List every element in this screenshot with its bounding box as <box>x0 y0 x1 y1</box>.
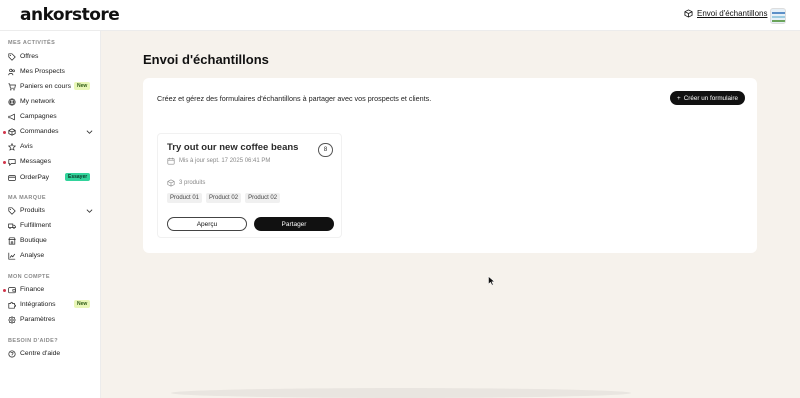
box-icon <box>684 9 693 18</box>
sidebar-item-label: Intégrations <box>20 301 56 308</box>
notification-dot <box>3 161 6 164</box>
chevron-down-icon[interactable] <box>86 129 93 135</box>
chevron-down-icon[interactable] <box>86 208 93 214</box>
top-bar: ankorstore Envoi d'échantillons <box>0 0 800 31</box>
wallet-icon <box>8 286 16 294</box>
panel-description: Créez et gérez des formulaires d'échanti… <box>157 94 432 103</box>
sidebar-section-label: MES ACTIVITÉS <box>8 40 56 46</box>
create-form-label: Créer un formulaire <box>683 94 738 102</box>
truck-icon <box>8 222 16 230</box>
sidebar-section-label: BESOIN D'AIDE? <box>8 338 58 344</box>
sidebar-item-boutique[interactable]: Boutique <box>0 234 100 248</box>
help-icon <box>8 350 16 358</box>
product-chips: Product 01 Product 02 Product 02 <box>167 193 281 203</box>
ankorstore-logo[interactable]: ankorstore <box>20 5 120 25</box>
sidebar-section-label: MON COMPTE <box>8 274 50 280</box>
shop-icon <box>8 237 16 245</box>
sidebar-item-label: Analyse <box>20 252 45 259</box>
chat-icon <box>8 158 16 166</box>
card-count-badge: 8 <box>318 143 333 157</box>
sidebar-item-mes-prospects[interactable]: Mes Prospects <box>0 65 100 79</box>
preview-button[interactable]: Aperçu <box>167 217 247 231</box>
samples-link[interactable]: Envoi d'échantillons <box>684 9 767 18</box>
box-icon <box>167 179 175 187</box>
chart-icon <box>8 252 16 260</box>
card-icon <box>8 174 16 182</box>
samples-link-label: Envoi d'échantillons <box>697 9 768 18</box>
sidebar-item-analyse[interactable]: Analyse <box>0 249 100 263</box>
sidebar-item-fulfillment[interactable]: Fulfillment <box>0 219 100 233</box>
sidebar-badge: New <box>74 300 91 308</box>
main-content: Envoi d'échantillons Créez et gérez des … <box>101 31 800 398</box>
sidebar-item-label: Offres <box>20 53 39 60</box>
sidebar-item-label: OrderPay <box>20 174 50 181</box>
card-title: Try out our new coffee beans <box>167 142 299 153</box>
product-count-text: 3 produits <box>179 180 206 186</box>
sidebar-item-label: Centre d'aide <box>20 350 61 357</box>
sidebar-section-label: MA MARQUE <box>8 195 46 201</box>
globe-icon <box>8 98 16 106</box>
sidebar-item-avis[interactable]: Avis <box>0 140 100 154</box>
gear-icon <box>8 316 16 324</box>
mouse-cursor-icon <box>488 276 496 286</box>
sidebar-item-label: Campagnes <box>20 113 57 120</box>
sidebar-item-label: Messages <box>20 158 51 165</box>
sidebar-item-label: Avis <box>20 143 33 150</box>
sidebar-item-my-network[interactable]: My network <box>0 95 100 109</box>
cart-icon <box>8 83 16 91</box>
sidebar-badge: Essayer <box>65 173 91 181</box>
sidebar-item-label: Mes Prospects <box>20 68 65 75</box>
tag-icon <box>8 53 16 61</box>
sidebar-badge: New <box>74 82 91 90</box>
avatar[interactable] <box>770 8 786 24</box>
sample-form-card[interactable]: Try out our new coffee beans 8 Mis à jou… <box>157 133 342 238</box>
share-button[interactable]: Partager <box>254 217 334 231</box>
product-chip: Product 02 <box>206 193 242 203</box>
bottom-shadow <box>171 388 631 398</box>
sidebar-item-label: Produits <box>20 207 45 214</box>
sidebar-item-label: Paramètres <box>20 316 56 323</box>
card-product-count: 3 produits <box>167 179 205 187</box>
notification-dot <box>3 289 6 292</box>
tag-icon <box>8 207 16 215</box>
sidebar-item-label: My network <box>20 98 55 105</box>
users-icon <box>8 68 16 76</box>
card-updated: Mis à jour sept. 17 2025 06:41 PM <box>167 157 270 165</box>
sidebar-item-paramètres[interactable]: Paramètres <box>0 313 100 327</box>
sidebar-item-offres[interactable]: Offres <box>0 50 100 64</box>
sidebar-item-produits[interactable]: Produits <box>0 204 100 218</box>
samples-panel: Créez et gérez des formulaires d'échanti… <box>143 78 757 253</box>
notification-dot <box>3 131 6 134</box>
sidebar-item-commandes[interactable]: Commandes <box>0 125 100 139</box>
sidebar-item-intégrations[interactable]: Intégrations New <box>0 298 100 312</box>
sidebar-item-orderpay[interactable]: OrderPay Essayer <box>0 171 100 185</box>
product-chip: Product 01 <box>167 193 203 203</box>
sidebar-item-messages[interactable]: Messages <box>0 155 100 169</box>
calendar-icon <box>167 157 175 165</box>
star-icon <box>8 143 16 151</box>
page-title: Envoi d'échantillons <box>143 52 269 67</box>
product-chip: Product 02 <box>245 193 281 203</box>
sidebar-item-finance[interactable]: Finance <box>0 283 100 297</box>
create-form-button[interactable]: + Créer un formulaire <box>670 91 745 105</box>
megaphone-icon <box>8 113 16 121</box>
sidebar-item-label: Finance <box>20 286 45 293</box>
puzzle-icon <box>8 301 16 309</box>
card-updated-text: Mis à jour sept. 17 2025 06:41 PM <box>179 158 271 164</box>
sidebar: MES ACTIVITÉS Offres Mes Prospects Paniers … <box>0 31 101 398</box>
sidebar-item-centre-d-aide[interactable]: Centre d'aide <box>0 347 100 361</box>
sidebar-item-label: Boutique <box>20 237 47 244</box>
sidebar-item-campagnes[interactable]: Campagnes <box>0 110 100 124</box>
sidebar-item-paniers-en-cours[interactable]: Paniers en cours New <box>0 80 100 94</box>
plus-icon: + <box>677 94 681 102</box>
sidebar-item-label: Fulfillment <box>20 222 51 229</box>
box-icon <box>8 128 16 136</box>
sidebar-item-label: Commandes <box>20 128 59 135</box>
sidebar-item-label: Paniers en cours <box>20 83 72 90</box>
